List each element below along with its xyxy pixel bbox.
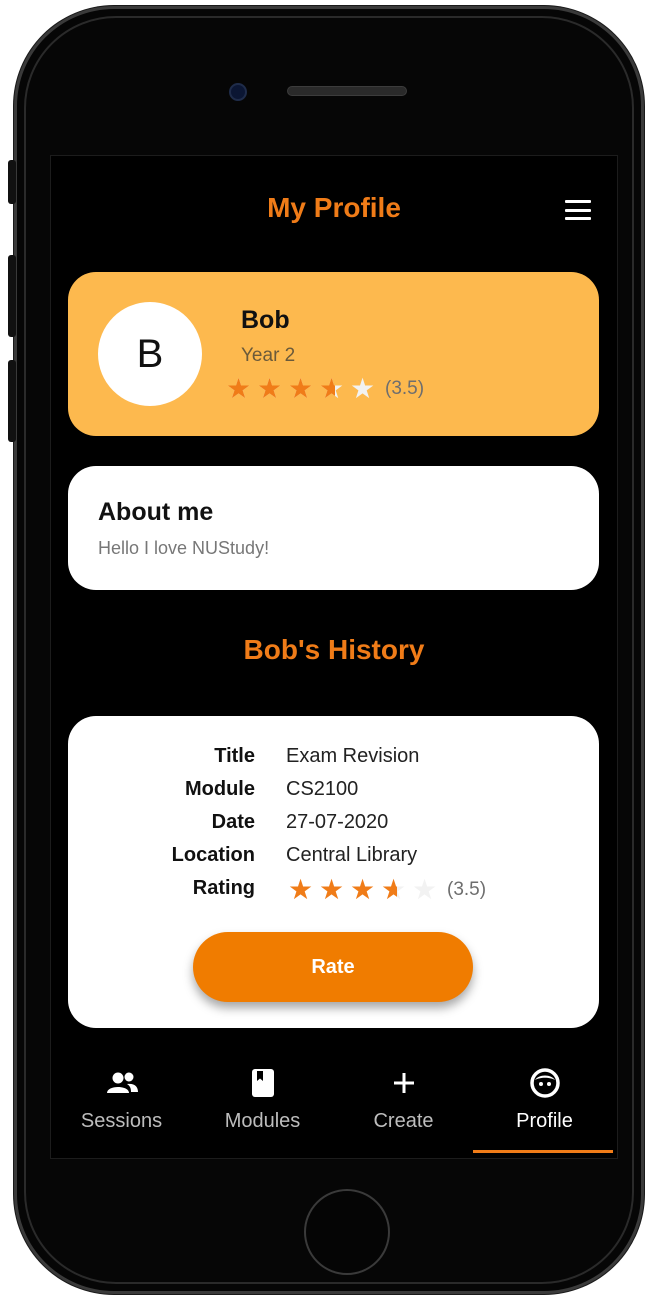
history-label: Module [185,778,255,800]
mute-switch [8,160,16,204]
rate-button[interactable]: Rate [193,932,473,1002]
home-button[interactable] [304,1189,390,1275]
avatar: B [98,302,202,406]
history-value: CS2100 [286,778,359,800]
history-row-title: Title Exam Revision [68,745,599,775]
hamburger-menu-icon[interactable] [565,200,591,220]
star-icon: ★★ [288,373,314,404]
star-icon: ★★ [381,874,407,905]
speaker-grille [287,86,407,96]
page-title: My Profile [267,192,401,223]
profile-rating-count: (3.5) [385,378,425,399]
nav-label: Sessions [80,1110,163,1132]
star-icon: ★★ [288,874,314,905]
star-icon: ★★ [350,874,376,905]
history-value: Central Library [286,844,418,866]
history-title: Bob's History [243,634,425,665]
profile-year: Year 2 [241,345,296,366]
profile-name: Bob [241,306,290,334]
camera-icon [229,83,247,101]
history-label: Location [171,844,255,866]
volume-up-button [8,255,16,337]
book-icon [251,1068,275,1098]
plus-icon [392,1068,416,1098]
volume-down-button [8,360,16,442]
star-icon: ★★ [319,373,345,404]
star-icon: ★★ [412,874,438,905]
history-rating-stars: ★★★★★★★★★★(3.5) [288,875,486,905]
active-tab-indicator [473,1150,613,1153]
history-row-date: Date 27-07-2020 [68,811,599,841]
app-screen: My Profile B Bob Year 2 ★★★★★★★★★★(3.5) … [50,155,618,1159]
bottom-nav: Sessions Modules Create Profile [51,1046,617,1158]
history-row-rating: Rating ★★★★★★★★★★(3.5) [68,875,599,907]
history-card: Title Exam Revision Module CS2100 Date 2… [68,716,599,1028]
nav-item-modules[interactable]: Modules [192,1046,333,1154]
profile-rating-stars: ★★★★★★★★★★(3.5) [226,374,424,404]
nav-item-sessions[interactable]: Sessions [51,1046,192,1154]
nav-label: Modules [224,1110,301,1132]
history-value: 27-07-2020 [286,811,389,833]
about-title: About me [98,498,214,526]
people-icon [105,1068,139,1098]
nav-item-profile[interactable]: Profile [474,1046,615,1154]
history-value: Exam Revision [286,745,420,767]
history-row-module: Module CS2100 [68,778,599,808]
star-icon: ★★ [226,373,252,404]
nav-label: Create [373,1110,434,1132]
about-text: Hello I love NUStudy! [98,538,270,558]
app-header: My Profile [51,156,617,256]
nav-item-create[interactable]: Create [333,1046,474,1154]
history-row-location: Location Central Library [68,844,599,874]
star-icon: ★★ [319,874,345,905]
history-rating-count: (3.5) [447,879,487,900]
history-label: Date [211,811,255,833]
history-label: Title [214,745,255,767]
star-icon: ★★ [257,373,283,404]
star-icon: ★★ [350,373,376,404]
history-label: Rating [192,877,255,899]
profile-card: B Bob Year 2 [68,272,599,436]
face-icon [529,1068,560,1098]
about-card: About me Hello I love NUStudy! [68,466,599,590]
nav-label: Profile [516,1110,573,1132]
